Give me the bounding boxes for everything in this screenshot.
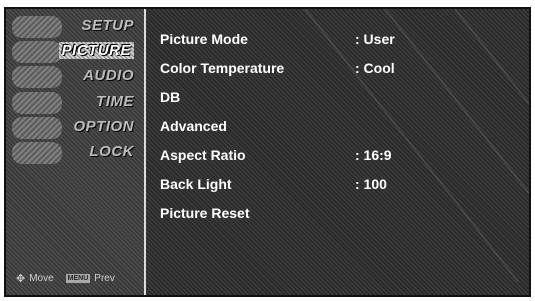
row-value: : Cool — [355, 60, 395, 76]
row-value: : 16:9 — [355, 147, 392, 163]
tv-osd-menu: SETUP PICTURE AUDIO TIME OPTION LOCK ✥ M… — [4, 7, 531, 297]
menu-row-db[interactable]: DB — [160, 87, 510, 109]
move-arrows-icon: ✥ — [16, 273, 26, 285]
navigation-help: ✥ Move MENU Prev — [16, 272, 115, 285]
menu-key-badge: MENU — [65, 274, 91, 283]
menu-row-advanced[interactable]: Advanced — [160, 116, 510, 138]
setup-icon — [12, 16, 62, 38]
menu-item-audio[interactable]: AUDIO — [6, 65, 144, 89]
audio-icon — [12, 66, 62, 88]
picture-menu-panel: Picture Mode : User Color Temperature : … — [146, 9, 529, 295]
menu-item-label: PICTURE — [59, 42, 134, 59]
row-label: Picture Reset — [160, 205, 250, 221]
option-icon — [12, 117, 62, 139]
menu-item-label: SETUP — [81, 17, 134, 34]
menu-row-picture-reset[interactable]: Picture Reset — [160, 203, 510, 225]
menu-item-label: AUDIO — [83, 67, 134, 84]
menu-item-lock[interactable]: LOCK — [6, 141, 144, 165]
menu-row-aspect-ratio[interactable]: Aspect Ratio : 16:9 — [160, 145, 510, 167]
time-icon — [12, 92, 62, 114]
menu-row-picture-mode[interactable]: Picture Mode : User — [160, 29, 510, 51]
picture-icon — [12, 41, 62, 63]
main-menu-sidebar: SETUP PICTURE AUDIO TIME OPTION LOCK ✥ M… — [6, 9, 146, 295]
row-label: DB — [160, 89, 181, 105]
row-label: Aspect Ratio — [160, 147, 246, 163]
row-label: Picture Mode — [160, 31, 248, 47]
menu-row-back-light[interactable]: Back Light : 100 — [160, 174, 510, 196]
menu-item-option[interactable]: OPTION — [6, 116, 144, 140]
lock-icon — [12, 142, 62, 164]
move-label: Move — [29, 273, 54, 284]
row-value: : User — [355, 31, 395, 47]
row-value: : 100 — [355, 176, 387, 192]
menu-item-picture[interactable]: PICTURE — [6, 40, 144, 64]
menu-item-label: TIME — [96, 93, 134, 110]
menu-row-color-temperature[interactable]: Color Temperature : Cool — [160, 58, 510, 80]
menu-item-setup[interactable]: SETUP — [6, 15, 144, 39]
row-label: Advanced — [160, 118, 227, 134]
menu-item-time[interactable]: TIME — [6, 91, 144, 115]
menu-item-label: LOCK — [89, 143, 134, 160]
row-label: Back Light — [160, 176, 232, 192]
row-label: Color Temperature — [160, 60, 285, 76]
prev-label: Prev — [94, 273, 115, 284]
menu-item-label: OPTION — [73, 118, 134, 135]
